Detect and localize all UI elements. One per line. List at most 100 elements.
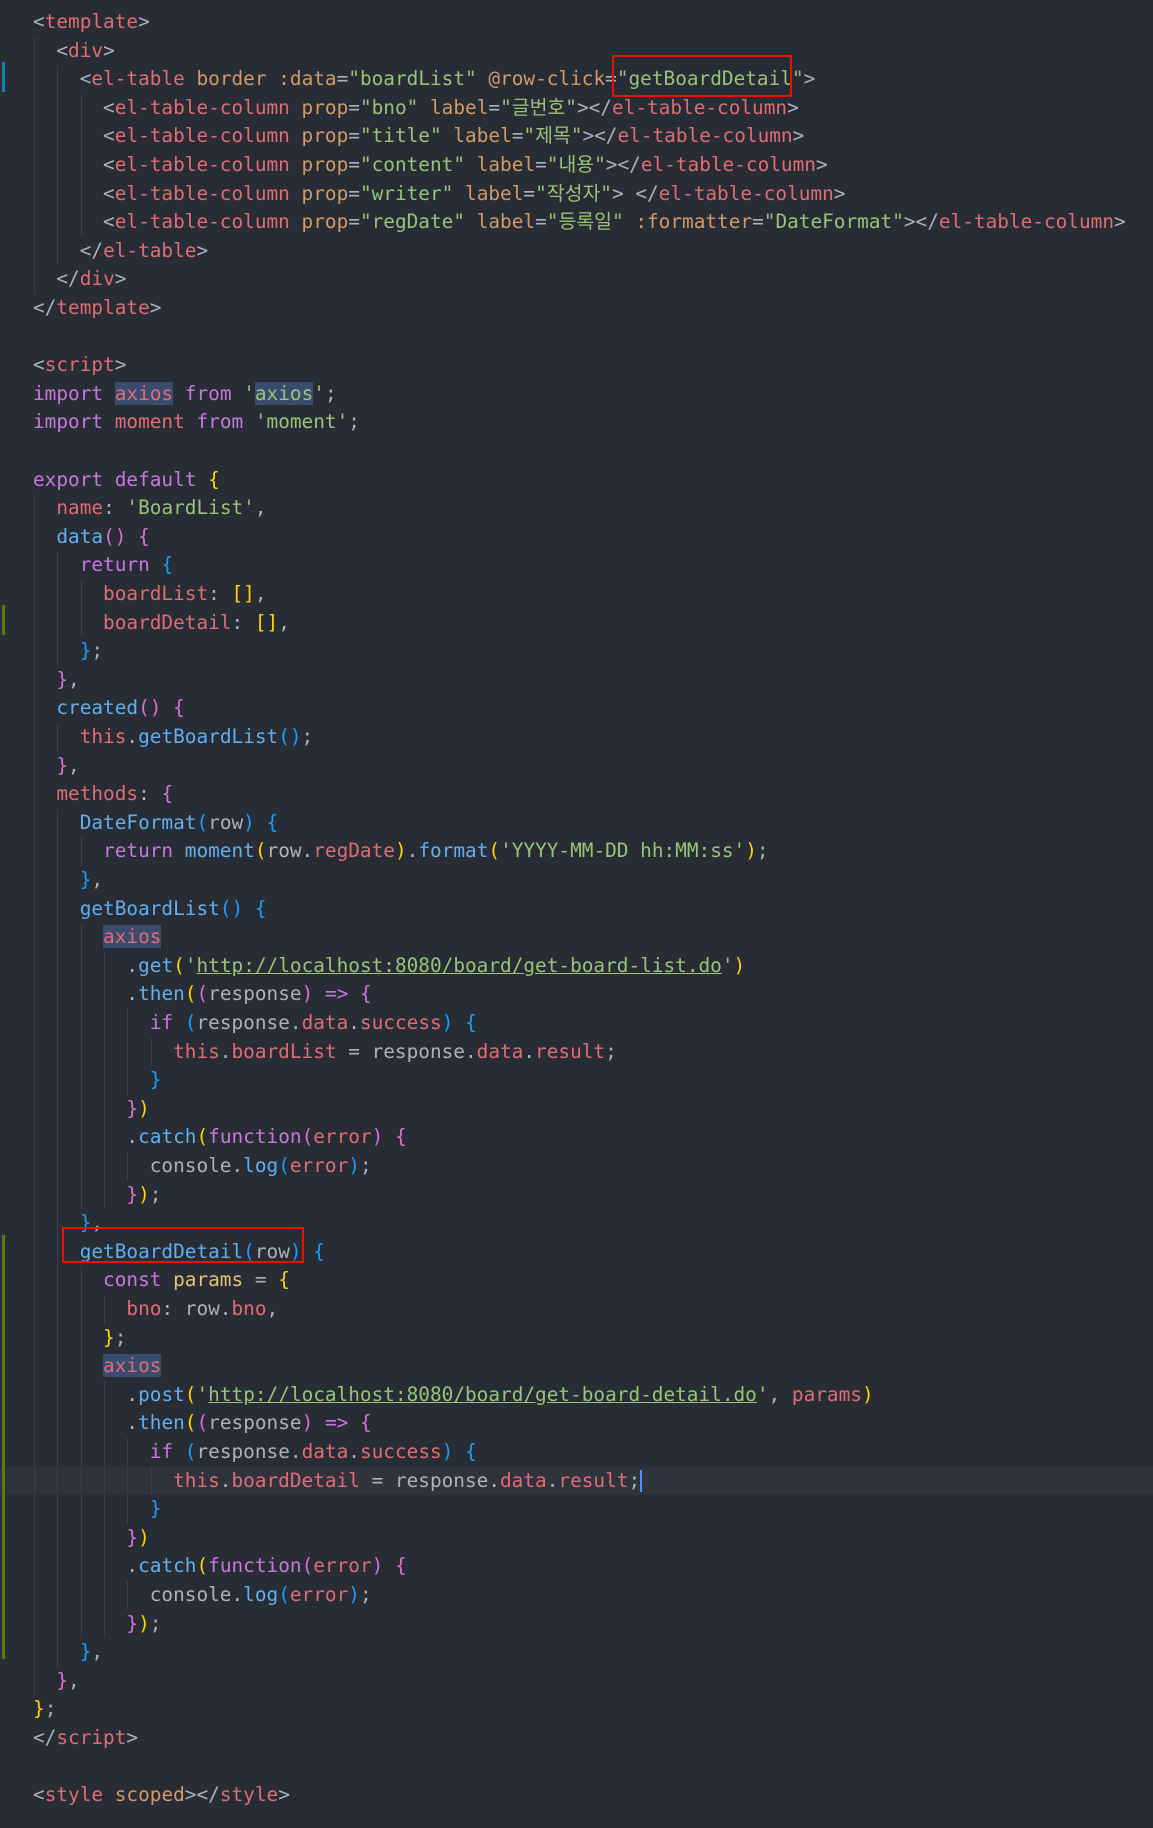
code-token: getBoardList <box>79 896 220 920</box>
code-line[interactable]: </template> <box>0 294 1153 323</box>
code-line[interactable]: }; <box>0 1695 1153 1724</box>
code-line[interactable]: boardDetail: [], <box>0 608 1153 638</box>
code-token: = <box>336 67 349 91</box>
code-line[interactable]: created() { <box>0 694 1153 723</box>
code-line[interactable]: boardList: [], <box>0 580 1153 609</box>
code-line[interactable]: return { <box>0 551 1153 580</box>
code-line[interactable]: } <box>0 1066 1153 1095</box>
code-line[interactable] <box>0 1753 1153 1782</box>
code-token: "DateFormat" <box>763 210 904 234</box>
code-line[interactable]: }) <box>0 1094 1153 1124</box>
code-line[interactable]: this.boardDetail = response.data.result; <box>0 1466 1153 1496</box>
code-line[interactable]: getBoardList() { <box>0 894 1153 924</box>
code-token: "content" <box>359 153 466 176</box>
code-line[interactable]: <el-table-column prop="regDate" label="등… <box>0 208 1153 237</box>
code-token: . <box>219 1039 232 1063</box>
code-line[interactable]: .then((response) => { <box>0 980 1153 1009</box>
code-line[interactable]: <el-table-column prop="writer" label="작성… <box>0 179 1153 209</box>
code-line[interactable]: import axios from 'axios'; <box>0 380 1153 409</box>
code-token: . <box>348 1440 360 1463</box>
code-line[interactable]: axios <box>0 923 1153 952</box>
code-line[interactable]: .post('http://localhost:8080/board/get-b… <box>0 1380 1153 1410</box>
code-line[interactable]: }) <box>0 1523 1153 1553</box>
code-line[interactable]: }, <box>0 866 1153 895</box>
code-line[interactable]: }; <box>0 637 1153 666</box>
code-line[interactable]: </el-table> <box>0 236 1153 266</box>
code-line[interactable] <box>0 437 1153 466</box>
code-line[interactable]: <el-table-column prop="title" label="제목"… <box>0 122 1153 151</box>
code-line[interactable]: name: 'BoardList', <box>0 494 1153 523</box>
code-line[interactable]: console.log(error); <box>0 1152 1153 1181</box>
code-token: ( <box>184 1011 197 1034</box>
code-line[interactable]: data() { <box>0 522 1153 552</box>
code-token: < <box>103 210 115 234</box>
code-line[interactable]: if (response.data.success) { <box>0 1009 1153 1038</box>
code-line[interactable]: </script> <box>0 1724 1153 1753</box>
code-token: => <box>324 982 349 1006</box>
code-token: = response. <box>359 1468 500 1492</box>
code-line[interactable] <box>0 323 1153 352</box>
code-line[interactable]: console.log(error); <box>0 1581 1153 1610</box>
code-token: } <box>79 868 92 891</box>
code-token: this <box>79 725 127 748</box>
code-token: : <box>208 582 232 605</box>
code-line[interactable]: methods: { <box>0 780 1153 809</box>
code-line[interactable]: DateFormat(row) { <box>0 808 1153 838</box>
code-token: } <box>79 1640 92 1664</box>
code-token: ></ <box>576 95 612 119</box>
code-token: console. <box>149 1154 244 1177</box>
indentation <box>33 611 103 634</box>
code-token: ( <box>184 1440 197 1463</box>
code-line[interactable]: <style scoped></style> <box>0 1781 1153 1810</box>
code-line[interactable]: }, <box>0 751 1153 781</box>
code-line[interactable]: }, <box>0 665 1153 695</box>
code-line[interactable]: .catch(function(error) { <box>0 1552 1153 1581</box>
code-line[interactable]: const params = { <box>0 1266 1153 1295</box>
code-line[interactable]: bno: row.bno, <box>0 1295 1153 1324</box>
code-line[interactable]: }); <box>0 1180 1153 1210</box>
code-line[interactable]: return moment(row.regDate).format('YYYY-… <box>0 837 1153 866</box>
code-token: return <box>103 839 174 863</box>
code-token: </ <box>33 296 57 319</box>
code-token: = <box>535 153 547 176</box>
code-line[interactable]: this.boardList = response.data.result; <box>0 1037 1153 1067</box>
code-token: response <box>208 1411 302 1435</box>
code-token: { <box>360 982 372 1006</box>
code-token: . <box>126 953 139 977</box>
code-line[interactable]: <div> <box>0 36 1153 66</box>
code-token: prop <box>301 181 349 205</box>
code-line[interactable]: .catch(function(error) { <box>0 1123 1153 1152</box>
code-line[interactable]: .get('http://localhost:8080/board/get-bo… <box>0 951 1153 981</box>
code-line[interactable]: }, <box>0 1638 1153 1667</box>
code-token: function <box>208 1554 302 1578</box>
code-line[interactable]: }); <box>0 1609 1153 1639</box>
code-token: ; <box>348 410 360 434</box>
code-line[interactable]: axios <box>0 1352 1153 1381</box>
code-editor[interactable]: <template> <div> <el-table border :data=… <box>0 0 1153 1828</box>
code-line[interactable]: this.getBoardList(); <box>0 723 1153 752</box>
code-text: return { <box>33 551 173 580</box>
code-line[interactable]: }; <box>0 1323 1153 1353</box>
code-text: <div> <box>33 37 114 66</box>
code-token: } <box>126 1096 139 1120</box>
code-token: ></ <box>184 1783 220 1807</box>
code-line[interactable]: <el-table-column prop="content" label="내… <box>0 151 1153 180</box>
code-token: response <box>208 982 302 1006</box>
code-text: import moment from 'moment'; <box>33 408 360 437</box>
code-line[interactable]: <script> <box>0 351 1153 380</box>
code-line[interactable]: </div> <box>0 265 1153 294</box>
code-line[interactable]: <el-table-column prop="bno" label="글번호">… <box>0 93 1153 123</box>
code-line[interactable]: <el-table border :data="boardList" @row-… <box>0 65 1153 94</box>
code-token: el-table-column <box>114 124 290 148</box>
code-line[interactable]: }, <box>0 1666 1153 1696</box>
code-line[interactable]: if (response.data.success) { <box>0 1438 1153 1467</box>
code-line[interactable]: export default { <box>0 466 1153 495</box>
code-line[interactable]: .then((response) => { <box>0 1409 1153 1438</box>
code-line[interactable]: } <box>0 1495 1153 1524</box>
code-text: } <box>33 1495 162 1524</box>
code-line[interactable]: <template> <box>0 8 1153 37</box>
code-token: name <box>56 496 104 520</box>
code-token: ) <box>243 810 255 834</box>
code-line[interactable]: import moment from 'moment'; <box>0 408 1153 437</box>
